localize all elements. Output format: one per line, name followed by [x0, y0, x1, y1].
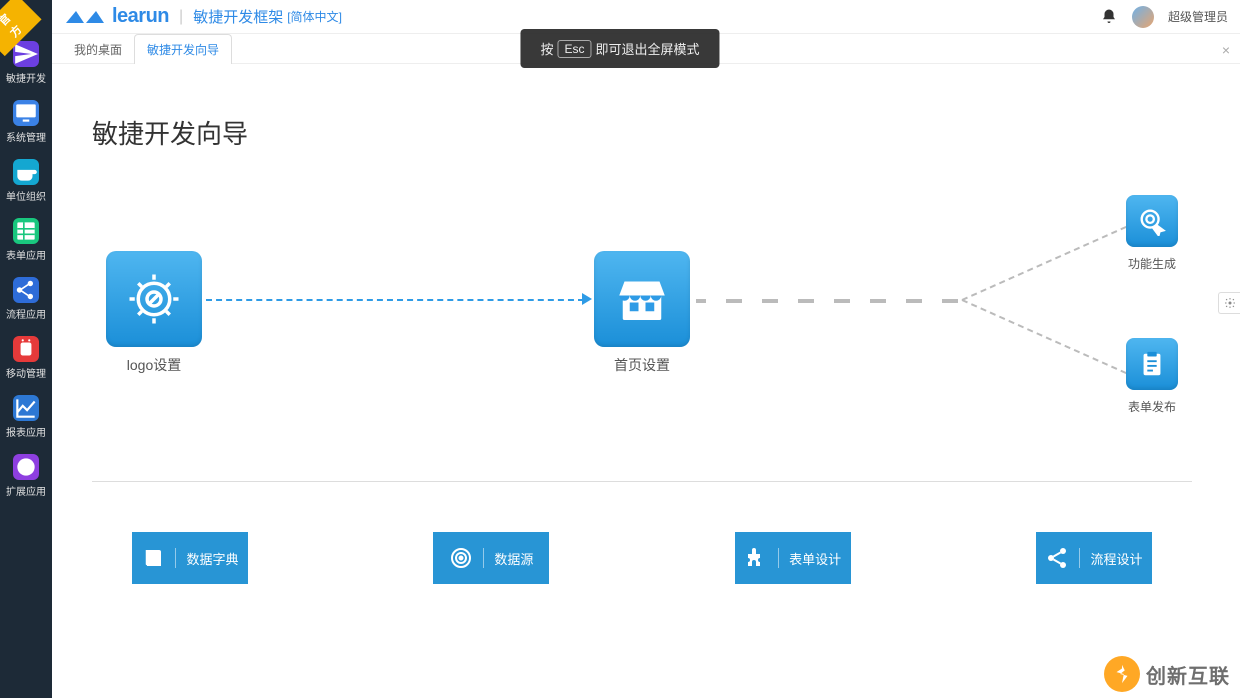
card-divider	[483, 548, 484, 568]
sidebar-item-label: 移动管理	[6, 365, 46, 380]
wizard-node-home[interactable]: 首页设置	[594, 251, 690, 375]
sidebar-item-form-app[interactable]: 表单应用	[0, 209, 52, 268]
card-form-design[interactable]: 表单设计	[735, 532, 851, 584]
sidebar-item-label: 系统管理	[6, 129, 46, 144]
avatar[interactable]	[1132, 6, 1154, 28]
fullscreen-hint-pre: 按	[540, 39, 553, 58]
wizard-label: 首页设置	[614, 355, 670, 375]
gear-icon	[1224, 297, 1236, 309]
lang-bracket: ]	[339, 10, 342, 24]
wizard-node-logo[interactable]: logo设置	[106, 251, 202, 375]
dash-seg	[762, 299, 778, 303]
app-title: 敏捷开发框架	[193, 6, 283, 27]
wizard-node-formpub[interactable]: 表单发布	[1126, 338, 1178, 415]
dash-seg	[798, 299, 814, 303]
tab-agile-wizard[interactable]: 敏捷开发向导	[134, 34, 232, 65]
sidebar-item-flow-app[interactable]: 流程应用	[0, 268, 52, 327]
card-divider	[1079, 548, 1080, 568]
share-icon	[13, 277, 39, 303]
bell-icon[interactable]	[1100, 8, 1118, 26]
sidebar-item-label: 表单应用	[6, 247, 46, 262]
page-title: 敏捷开发向导	[92, 114, 1192, 151]
main-content: 敏捷开发向导 logo设置 首页设置	[52, 64, 1232, 698]
android-icon	[13, 336, 39, 362]
dash-seg	[726, 299, 742, 303]
logo-mark-icon	[64, 9, 106, 25]
card-data-dict[interactable]: 数据字典	[132, 532, 248, 584]
monitor-icon	[13, 100, 39, 126]
share2-icon	[1045, 546, 1069, 570]
target-icon	[449, 546, 473, 570]
separator	[92, 481, 1192, 482]
close-icon[interactable]: ×	[1222, 42, 1230, 58]
book-icon	[141, 546, 165, 570]
card-data-source[interactable]: 数据源	[433, 532, 549, 584]
sidebar-item-org-unit[interactable]: 单位组织	[0, 150, 52, 209]
card-label: 数据源	[494, 549, 533, 568]
dash-seg	[834, 299, 850, 303]
paper-plane-icon	[13, 41, 39, 67]
dash-line-blue	[206, 299, 584, 301]
wizard-label: 功能生成	[1128, 255, 1176, 272]
storefront-icon	[594, 251, 690, 347]
wizard-row: logo设置 首页设置 功能生成	[92, 191, 1192, 441]
logo-text: learun	[112, 5, 169, 28]
sidebar: 官方 敏捷开发 系统管理 单位组织 表单应用 流程应用 移动管理	[0, 0, 52, 698]
card-label: 表单设计	[789, 549, 841, 568]
wizard-node-funcgen[interactable]: 功能生成	[1126, 195, 1178, 272]
settings-side-tab[interactable]	[1218, 292, 1240, 314]
wizard-label: logo设置	[127, 355, 181, 375]
dash-diverge-down	[962, 299, 1136, 378]
clipboard-icon	[1126, 338, 1178, 390]
puzzle-icon	[744, 546, 768, 570]
gear-wrench-icon	[106, 251, 202, 347]
card-label: 流程设计	[1090, 549, 1142, 568]
dash-seg	[696, 299, 706, 303]
watermark-text: 创新互联	[1146, 660, 1230, 689]
grid-icon	[13, 218, 39, 244]
card-divider	[175, 548, 176, 568]
fullscreen-hint: 按 Esc 即可退出全屏模式	[520, 29, 719, 68]
esc-key: Esc	[557, 40, 591, 58]
brand-watermark: 创新互联	[1104, 656, 1230, 692]
coffee-icon	[13, 159, 39, 185]
dash-seg	[942, 299, 958, 303]
sidebar-item-label: 敏捷开发	[6, 70, 46, 85]
sidebar-item-label: 报表应用	[6, 424, 46, 439]
card-flow-design[interactable]: 流程设计	[1036, 532, 1152, 584]
sidebar-item-label: 流程应用	[6, 306, 46, 321]
tab-my-desktop[interactable]: 我的桌面	[62, 34, 134, 64]
wizard-label: 表单发布	[1128, 398, 1176, 415]
lang-switch[interactable]: 简体中文	[291, 10, 339, 24]
card-label: 数据字典	[186, 549, 238, 568]
sidebar-item-label: 单位组织	[6, 188, 46, 203]
sidebar-item-label: 扩展应用	[6, 483, 46, 498]
dash-seg	[906, 299, 922, 303]
target-click-icon	[1126, 195, 1178, 247]
sidebar-item-mobile-manage[interactable]: 移动管理	[0, 327, 52, 386]
globe-icon	[13, 454, 39, 480]
card-divider	[778, 548, 779, 568]
sidebar-item-system-manage[interactable]: 系统管理	[0, 91, 52, 150]
logo[interactable]: learun	[64, 5, 169, 28]
dash-seg	[870, 299, 886, 303]
card-row: 数据字典 数据源 表单设计 流程设计	[92, 532, 1192, 584]
header-divider: |	[179, 8, 183, 26]
arrow-icon	[582, 293, 592, 305]
watermark-icon	[1104, 656, 1140, 692]
chart-icon	[13, 395, 39, 421]
username[interactable]: 超级管理员	[1168, 8, 1228, 25]
dash-diverge-up	[962, 222, 1136, 301]
sidebar-item-extend-app[interactable]: 扩展应用	[0, 445, 52, 504]
sidebar-item-report-app[interactable]: 报表应用	[0, 386, 52, 445]
fullscreen-hint-post: 即可退出全屏模式	[596, 39, 700, 58]
